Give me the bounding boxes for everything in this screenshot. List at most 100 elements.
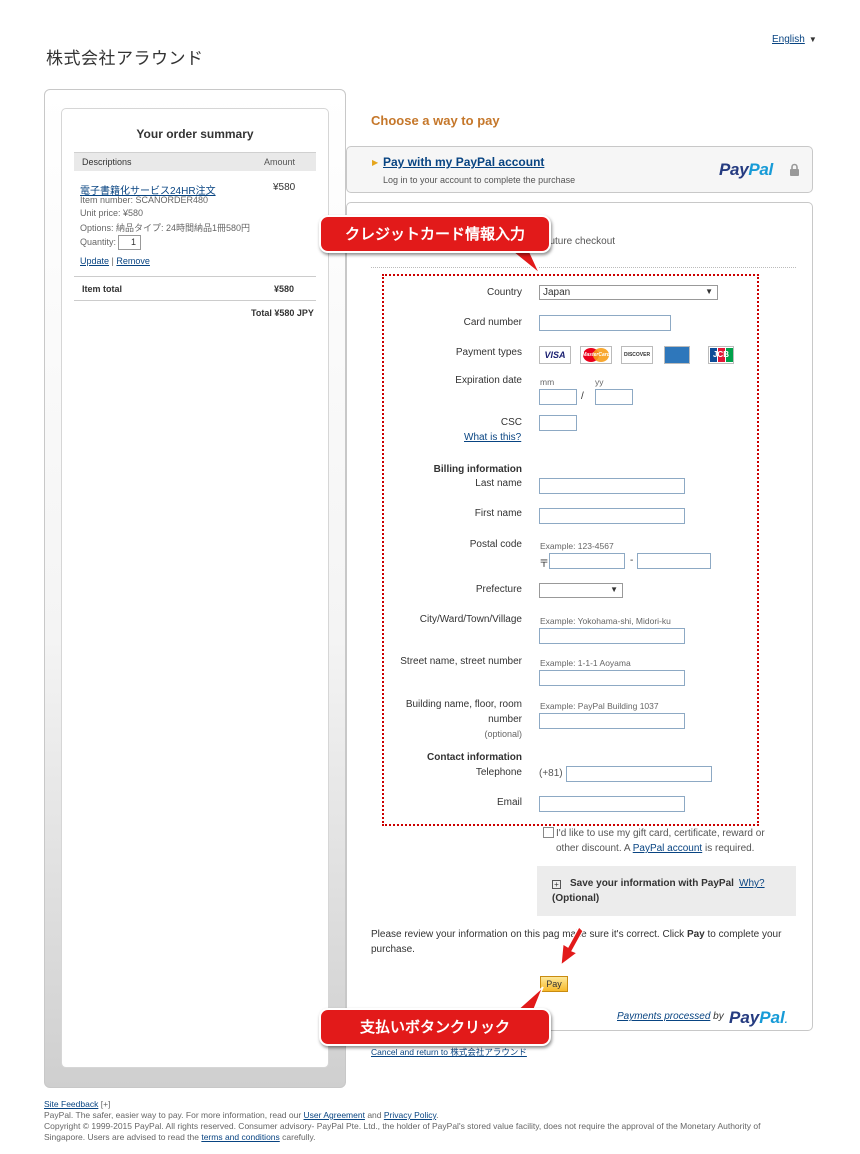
dotted-divider [371,267,796,268]
expiry-month-input[interactable] [539,389,577,405]
mm-hint: mm [540,377,555,387]
arrow-right-icon: ▶ [372,158,379,167]
yy-hint: yy [595,377,604,387]
item-unit-price: Unit price: ¥580 [80,208,144,218]
footer-line-3: Singapore. Users are advised to read the… [44,1132,316,1143]
street-label: Street name, street number [400,656,522,667]
language-link[interactable]: English [772,34,805,45]
building-label-2: number [488,714,522,725]
payments-processed-link[interactable]: Payments processed [617,1011,710,1022]
col-amount: Amount [263,157,295,167]
billing-heading: Billing information [433,464,522,475]
save-info-title[interactable]: Save your information with PayPal [570,878,734,889]
processed-by: by [713,1011,724,1022]
postal-mark: 〒 [539,559,549,570]
email-input[interactable] [539,796,685,812]
caret-down-icon: ▼ [808,35,817,44]
user-agreement-link[interactable]: User Agreement [304,1110,365,1120]
postal-code-label: Postal code [469,539,522,550]
postal-example: Example: 123-4567 [540,541,614,551]
why-link[interactable]: Why? [739,878,765,889]
payment-types-label: Payment types [455,347,522,358]
country-label: Country [486,287,522,298]
card-number-input[interactable] [539,315,671,331]
feedback-expand[interactable]: [+] [101,1099,111,1109]
order-summary-card [61,108,329,1068]
telephone-label: Telephone [475,767,522,778]
footer-text: and [364,1110,384,1120]
pay-with-paypal-link[interactable]: Pay with my PayPal account [383,155,544,169]
prefecture-label: Prefecture [475,584,522,595]
telephone-prefix: (+81) [539,768,563,779]
quantity-input[interactable]: 1 [118,235,141,250]
telephone-input[interactable] [566,766,712,782]
expiry-slash: / [581,391,584,402]
discover-icon: DISCOVER [621,346,653,364]
city-input[interactable] [539,628,685,644]
item-actions: Update | Remove [80,256,150,266]
item-total-label: Item total [82,284,123,294]
last-name-input[interactable] [539,478,685,494]
what-is-this-link[interactable]: What is this? [464,432,521,443]
merchant-name: 株式会社アラウンド [46,49,204,69]
link-separator: | [111,256,114,266]
red-arrow-icon [560,926,584,967]
cancel-return-link[interactable]: Cancel and return to 株式会社アラウンド [371,1046,527,1058]
item-number: Item number: SCANORDER480 [80,195,209,205]
street-example: Example: 1-1-1 Aoyama [540,658,631,668]
footer-line-1: PayPal. The safer, easier way to pay. Fo… [44,1110,439,1121]
footer-text: carefully. [279,1132,316,1142]
card-number-label: Card number [463,317,522,328]
language-selector[interactable]: English ▼ [772,34,817,45]
item-price: ¥580 [273,182,296,193]
city-label: City/Ward/Town/Village [419,614,522,625]
csc-label: CSC [500,417,522,428]
street-input[interactable] [539,670,685,686]
building-input[interactable] [539,713,685,729]
terms-link[interactable]: terms and conditions [201,1132,279,1142]
prefecture-select[interactable]: ▼ [539,583,623,598]
first-name-input[interactable] [539,508,685,524]
save-info-box [537,866,796,916]
summary-divider [74,276,316,277]
remove-link[interactable]: Remove [116,256,150,266]
jcb-icon: JCB [708,346,734,364]
gift-card-checkbox[interactable] [543,827,554,838]
expand-plus-icon[interactable]: + [552,880,561,889]
site-feedback-link[interactable]: Site Feedback [44,1099,98,1109]
first-name-label: First name [474,508,522,519]
order-summary-title: Your order summary [136,127,254,141]
country-select[interactable]: Japan ▼ [539,285,718,300]
paypal-logo: PayPal [719,160,773,179]
footer-text: Singapore. Users are advised to read the [44,1132,202,1142]
quantity-label: Quantity: [80,237,117,247]
last-name-label: Last name [475,478,522,489]
dropdown-arrow-icon: ▼ [610,585,618,594]
building-example: Example: PayPal Building 1037 [540,701,659,711]
lock-icon [790,163,799,176]
gift-text-2: is required. [702,843,755,854]
callout-pay-click: 支払いボタンクリック [319,1008,551,1046]
footer-text: PayPal. The safer, easier way to pay. Fo… [44,1110,304,1120]
choose-pay-heading: Choose a way to pay [371,113,500,128]
item-options: Options: 納品タイプ: 24時間納品1冊580円 [80,223,251,233]
footer-line-2: Copyright © 1999-2015 PayPal. All rights… [44,1121,761,1131]
item-total-value: ¥580 [274,284,295,294]
building-optional: (optional) [484,729,522,739]
callout-card-info: クレジットカード情報入力 [319,215,551,253]
city-example: Example: Yokohama-shi, Midori-ku [540,616,671,626]
postal-code-input-2[interactable] [637,553,711,569]
postal-code-input-1[interactable] [549,553,625,569]
expiry-year-input[interactable] [595,389,633,405]
building-label: Building name, floor, room [405,699,522,710]
contact-heading: Contact information [427,752,522,763]
summary-divider [74,300,316,301]
privacy-policy-link[interactable]: Privacy Policy [384,1110,436,1120]
paypal-account-link[interactable]: PayPal account [633,843,703,854]
update-link[interactable]: Update [80,256,109,266]
expiration-label: Expiration date [455,375,522,386]
csc-input[interactable] [539,415,577,431]
paypal-login-hint: Log in to your account to complete the p… [383,175,576,185]
country-value: Japan [543,287,571,298]
email-label: Email [496,797,522,808]
